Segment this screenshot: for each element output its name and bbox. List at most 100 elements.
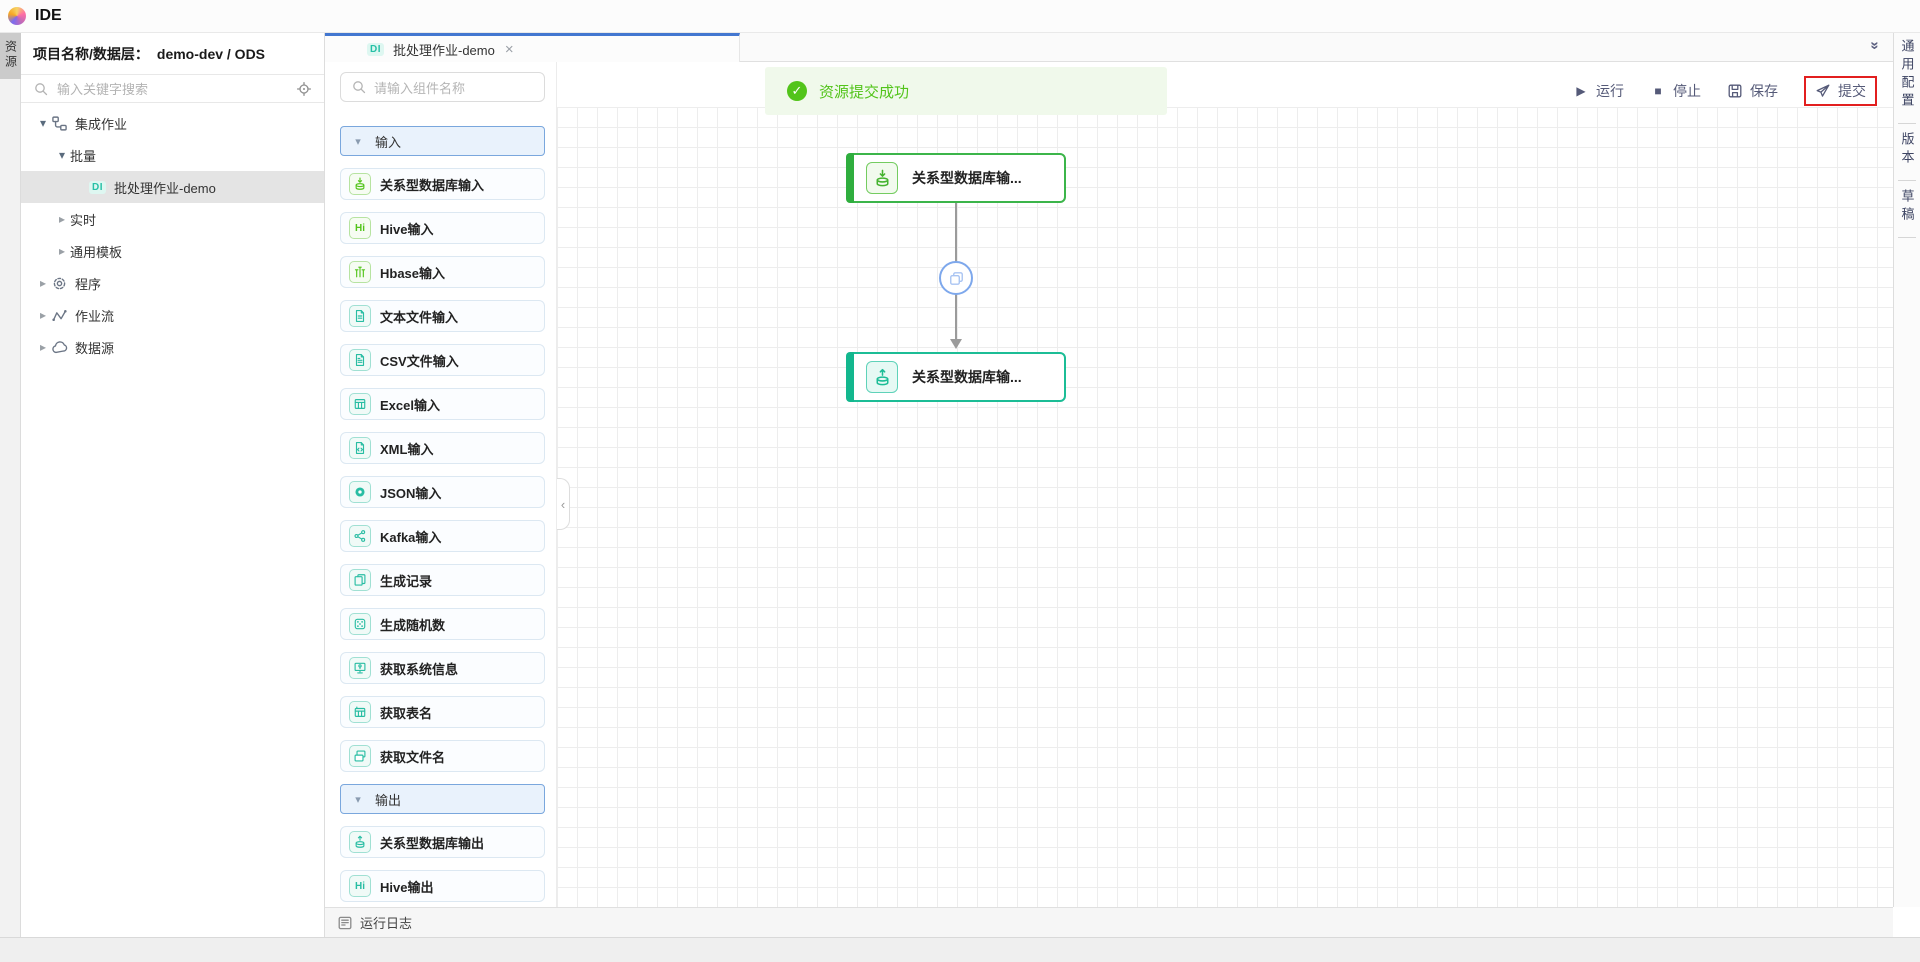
project-tree-panel: 项目名称/数据层： demo-dev / ODS 输入关键字搜索 ▾ 集成作业 ▾ 批… [21, 33, 325, 937]
palette-item-label: Hive输出 [380, 879, 434, 895]
palette-item[interactable]: Kafka输入 [340, 520, 545, 552]
palette-item[interactable]: Excel输入 [340, 388, 545, 420]
project-header-label: 项目名称/数据层： [33, 45, 149, 62]
caret-down-icon[interactable]: ▾ [341, 135, 375, 148]
canvas-grid [557, 107, 1893, 907]
csv-file-icon [349, 349, 371, 371]
locate-icon[interactable] [296, 81, 312, 97]
database-input-icon [349, 173, 371, 195]
palette-item[interactable]: 获取表名 [340, 696, 545, 728]
palette-item[interactable]: CSV文件输入 [340, 344, 545, 376]
palette-item[interactable]: Hbase输入 [340, 256, 545, 288]
tree-item-label: 数据源 [75, 340, 115, 356]
submit-icon [1815, 83, 1831, 99]
palette-item[interactable]: 获取系统信息 [340, 652, 545, 684]
excel-icon [349, 393, 371, 415]
run-log-label: 运行日志 [360, 916, 413, 931]
submit-highlight-box: 提交 [1804, 76, 1877, 106]
tree-item[interactable]: ▸ 作业流 [21, 299, 324, 331]
palette-item-label: 生成记录 [380, 573, 433, 589]
palette-item[interactable]: 关系型数据库输入 [340, 168, 545, 200]
tab-label: 批处理作业-demo [393, 42, 495, 58]
palette-item[interactable]: 文本文件输入 [340, 300, 545, 332]
toast-text: 资源提交成功 [819, 83, 910, 101]
palette-item[interactable]: Hi Hive输入 [340, 212, 545, 244]
palette-item[interactable]: JSON输入 [340, 476, 545, 508]
palette-collapse-handle[interactable]: ‹ [557, 478, 570, 530]
stop-button[interactable]: ■ 停止 [1650, 81, 1701, 101]
left-strip-tab-resources[interactable]: 资源 [0, 33, 21, 79]
tab-batch-job-demo[interactable]: DI 批处理作业-demo × [325, 33, 740, 62]
caret-right-icon[interactable]: ▸ [54, 212, 70, 226]
canvas-toolbar: ▶ 运行 ■ 停止 保存 提交 [1573, 76, 1877, 106]
close-icon[interactable]: × [505, 42, 514, 57]
tree-item[interactable]: ▸ 程序 [21, 267, 324, 299]
kafka-icon [349, 525, 371, 547]
palette-search-placeholder: 请输入组件名称 [374, 80, 466, 96]
palette-item-label: CSV文件输入 [380, 353, 459, 369]
save-button[interactable]: 保存 [1727, 81, 1778, 101]
right-tab-versions[interactable]: 版本 [1898, 124, 1916, 181]
gear-icon [51, 275, 68, 292]
right-tab-general-config[interactable]: 通用配置 [1898, 33, 1916, 124]
search-icon [351, 79, 367, 95]
json-icon [349, 481, 371, 503]
right-tab-drafts[interactable]: 草稿 [1898, 181, 1916, 238]
submit-button[interactable]: 提交 [1815, 81, 1866, 101]
palette-section-label: 输出 [375, 792, 402, 808]
chevrons-down-icon[interactable]: » [1866, 37, 1883, 54]
di-badge: DI [367, 42, 384, 56]
run-log-bar[interactable]: 运行日志 [325, 907, 1893, 937]
palette-item[interactable]: 生成随机数 [340, 608, 545, 640]
run-button[interactable]: ▶ 运行 [1573, 81, 1624, 101]
caret-right-icon[interactable]: ▸ [35, 340, 51, 354]
stop-icon: ■ [1654, 84, 1662, 98]
palette-item-label: 获取表名 [380, 705, 433, 721]
palette-search-input[interactable]: 请输入组件名称 [340, 72, 545, 102]
database-output-icon [866, 361, 898, 393]
tree-item-label: 批量 [70, 148, 97, 164]
tree-item[interactable]: ▸ 数据源 [21, 331, 324, 363]
palette-item-label: 文本文件输入 [380, 309, 459, 325]
canvas-node-db-output[interactable]: 关系型数据库输... [846, 352, 1066, 402]
palette-section-header[interactable]: ▾ 输出 [340, 784, 545, 814]
node-label: 关系型数据库输... [912, 170, 1022, 186]
flow-canvas[interactable]: ✓ 资源提交成功 ▶ 运行 ■ 停止 保存 提交 关系型数据库输... 关系型数… [557, 62, 1893, 907]
palette-item[interactable]: Hi Hive输出 [340, 870, 545, 902]
caret-right-icon[interactable]: ▸ [35, 308, 51, 322]
tree-item-label: 集成作业 [75, 116, 128, 132]
canvas-node-db-input[interactable]: 关系型数据库输... [846, 153, 1066, 203]
tree-item[interactable]: DI 批处理作业-demo [21, 171, 324, 203]
palette-item[interactable]: XML输入 [340, 432, 545, 464]
edge-arrowhead-icon [950, 339, 962, 349]
caret-right-icon[interactable]: ▸ [54, 244, 70, 258]
left-tab-strip: 资源 [0, 33, 21, 937]
table-name-icon [349, 701, 371, 723]
tree-item[interactable]: ▸ 通用模板 [21, 235, 324, 267]
tree-item[interactable]: ▾ 集成作业 [21, 107, 324, 139]
caret-down-icon[interactable]: ▾ [341, 793, 375, 806]
caret-down-icon[interactable]: ▾ [35, 116, 51, 130]
tree-item[interactable]: ▾ 批量 [21, 139, 324, 171]
palette-list: ▾ 输入 关系型数据库输入 Hi Hive输入 Hbase输入 文本文件输入 CSV文件输入 E… [340, 126, 545, 902]
app-bar: IDE [0, 0, 1920, 33]
palette-item[interactable]: 获取文件名 [340, 740, 545, 772]
palette-item[interactable]: 关系型数据库输出 [340, 826, 545, 858]
hive-icon: Hi [349, 875, 371, 897]
palette-item-label: 获取系统信息 [380, 661, 459, 677]
check-icon: ✓ [787, 81, 807, 101]
editor-tab-bar: DI 批处理作业-demo × » [325, 33, 1893, 62]
caret-right-icon[interactable]: ▸ [35, 276, 51, 290]
records-icon [349, 569, 371, 591]
palette-item[interactable]: 生成记录 [340, 564, 545, 596]
hive-icon: Hi [349, 217, 371, 239]
caret-down-icon[interactable]: ▾ [54, 148, 70, 162]
tree-item[interactable]: ▸ 实时 [21, 203, 324, 235]
copy-icon[interactable] [939, 261, 973, 295]
project-tree: ▾ 集成作业 ▾ 批量 DI 批处理作业-demo ▸ 实时 ▸ 通用模板 ▸ 程序 ▸ 作业流 ▸ 数据源 [21, 103, 324, 363]
palette-section-header[interactable]: ▾ 输入 [340, 126, 545, 156]
system-info-icon [349, 657, 371, 679]
palette-section-label: 输入 [375, 134, 402, 150]
palette-item-label: XML输入 [380, 441, 434, 457]
tree-search-row[interactable]: 输入关键字搜索 [21, 75, 324, 103]
